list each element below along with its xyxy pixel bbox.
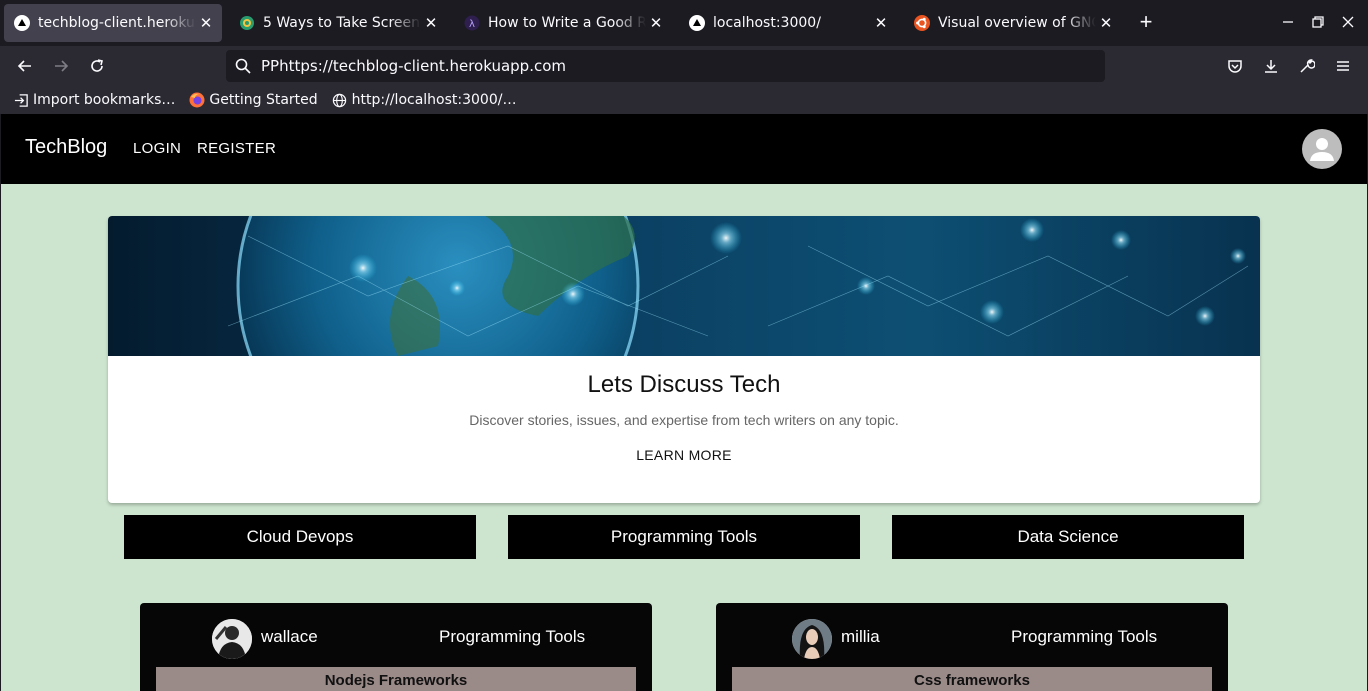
tab-title: techblog-client.herokuapp.com: [38, 15, 196, 31]
bookmarks-toolbar: Import bookmarks… Getting Started http:/…: [0, 86, 1368, 114]
close-icon[interactable]: ✕: [196, 14, 216, 32]
hero-title: Lets Discuss Tech: [587, 371, 781, 398]
post-card[interactable]: millia Programming Tools Css frameworks: [716, 603, 1228, 691]
menu-button[interactable]: [1331, 54, 1355, 78]
address-bar[interactable]: PPhttps://techblog-client.herokuapp.com: [226, 50, 1105, 82]
hamburger-icon: [1337, 61, 1349, 71]
pocket-icon: [1228, 60, 1242, 73]
bookmark-import[interactable]: Import bookmarks…: [13, 92, 175, 108]
tab-title: How to Write a Good README: [488, 15, 646, 31]
bookmark-localhost[interactable]: http://localhost:3000/…: [332, 92, 517, 108]
web-page: TechBlog LOGIN REGISTER Lets Discuss Tec…: [1, 114, 1367, 691]
post-author[interactable]: wallace: [261, 627, 318, 647]
svg-text:λ: λ: [469, 19, 475, 30]
new-tab-button[interactable]: +: [1134, 10, 1158, 34]
lambda-icon: λ: [464, 15, 480, 31]
firefox-icon: [189, 92, 205, 108]
wrench-icon: [1300, 59, 1315, 73]
bookmark-label: Import bookmarks…: [33, 92, 176, 108]
forward-button[interactable]: [49, 54, 73, 78]
avatar: [792, 619, 832, 659]
tab-title: localhost:3000/: [713, 15, 821, 31]
reload-button[interactable]: [85, 54, 109, 78]
register-link[interactable]: REGISTER: [197, 140, 276, 157]
hero-globe-image: [108, 216, 1260, 356]
hero-subtitle: Discover stories, issues, and expertise …: [469, 412, 899, 428]
gear-flower-icon: [239, 15, 255, 31]
learn-more-button[interactable]: LEARN MORE: [628, 442, 740, 468]
bookmark-label: Getting Started: [209, 92, 318, 108]
tab-localhost[interactable]: localhost:3000/ ✕: [679, 4, 897, 42]
arrow-right-icon: [55, 60, 69, 72]
reload-icon: [91, 59, 103, 72]
ubuntu-icon: [914, 15, 930, 31]
triangle-icon: [14, 15, 30, 31]
triangle-icon: [689, 15, 705, 31]
bookmark-getting-started[interactable]: Getting Started: [189, 92, 318, 108]
minimize-icon[interactable]: [1278, 12, 1298, 32]
person-icon: [1310, 138, 1334, 161]
download-icon: [1265, 60, 1277, 73]
post-category[interactable]: Programming Tools: [1011, 627, 1157, 647]
tab-gnome[interactable]: Visual overview of GNOME ✕: [904, 4, 1122, 42]
close-icon[interactable]: ✕: [421, 14, 441, 32]
tab-readme[interactable]: λ How to Write a Good README ✕: [454, 4, 672, 42]
category-cloud-devops[interactable]: Cloud Devops: [124, 515, 476, 559]
close-icon[interactable]: ✕: [871, 14, 891, 32]
nav-toolbar: PPhttps://techblog-client.herokuapp.com: [0, 46, 1368, 86]
devtools-button[interactable]: [1295, 54, 1319, 78]
window-close-icon[interactable]: [1338, 12, 1358, 32]
tab-techblog[interactable]: techblog-client.herokuapp.com ✕: [4, 4, 222, 42]
bookmark-label: http://localhost:3000/…: [351, 92, 517, 108]
avatar: [212, 619, 252, 659]
post-category[interactable]: Programming Tools: [439, 627, 585, 647]
tab-title: 5 Ways to Take Screenshots: [263, 15, 421, 31]
post-author[interactable]: millia: [841, 627, 880, 647]
arrow-left-icon: [17, 60, 31, 72]
category-data-science[interactable]: Data Science: [892, 515, 1244, 559]
post-title[interactable]: Nodejs Frameworks: [156, 667, 636, 691]
close-icon[interactable]: ✕: [1096, 14, 1116, 32]
user-avatar-button[interactable]: [1302, 129, 1342, 169]
hero-card: Lets Discuss Tech Discover stories, issu…: [108, 216, 1260, 503]
post-card[interactable]: wallace Programming Tools Nodejs Framewo…: [140, 603, 652, 691]
tab-title: Visual overview of GNOME: [938, 15, 1096, 31]
search-icon: [235, 58, 251, 74]
post-title[interactable]: Css frameworks: [732, 667, 1212, 691]
url-text: PPhttps://techblog-client.herokuapp.com: [261, 57, 567, 75]
brand-logo[interactable]: TechBlog: [25, 136, 107, 159]
category-programming-tools[interactable]: Programming Tools: [508, 515, 860, 559]
tab-screenshots[interactable]: 5 Ways to Take Screenshots ✕: [229, 4, 447, 42]
app-bar: TechBlog LOGIN REGISTER: [1, 114, 1367, 184]
login-link[interactable]: LOGIN: [133, 140, 181, 157]
globe-icon: [332, 92, 348, 108]
downloads-button[interactable]: [1259, 54, 1283, 78]
restore-icon[interactable]: [1308, 12, 1328, 32]
import-icon: [13, 92, 29, 108]
pocket-button[interactable]: [1223, 54, 1247, 78]
tab-strip: techblog-client.herokuapp.com ✕ 5 Ways t…: [0, 0, 1368, 46]
close-icon[interactable]: ✕: [646, 14, 666, 32]
back-button[interactable]: [13, 54, 37, 78]
